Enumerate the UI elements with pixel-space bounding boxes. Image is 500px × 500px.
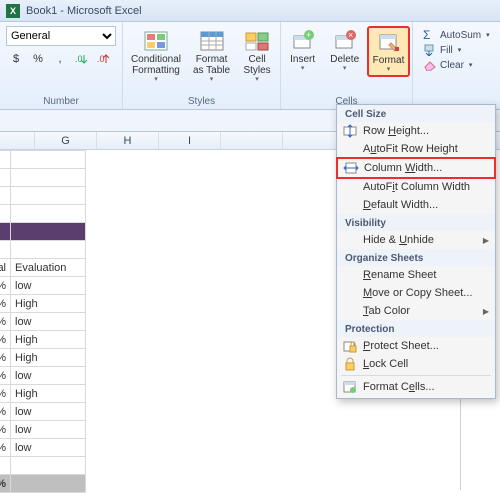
format-cells-dialog-icon [342, 380, 358, 394]
sigma-icon: Σ [423, 29, 437, 41]
svg-text:+: + [306, 30, 311, 40]
menu-rename-sheet[interactable]: Rename Sheet [337, 266, 495, 284]
svg-text:.0: .0 [75, 54, 83, 64]
cell-styles-icon [243, 29, 271, 53]
table-row: 0%low [0, 421, 86, 439]
col-header[interactable]: I [159, 132, 221, 149]
menu-hide-unhide[interactable]: Hide & Unhide▶ [337, 231, 495, 249]
chevron-down-icon: ▾ [387, 65, 391, 73]
format-as-table-icon [198, 29, 226, 53]
format-cells-icon [375, 30, 403, 54]
menu-protect-sheet[interactable]: Protect Sheet... [337, 337, 495, 355]
chevron-down-icon: ▾ [154, 75, 158, 83]
menu-autofit-row[interactable]: AutoFit Row Height [337, 140, 495, 158]
svg-text:Σ: Σ [423, 29, 430, 41]
format-as-table-button[interactable]: Format as Table ▾ [188, 26, 235, 86]
menu-section-cell-size: Cell Size [337, 105, 495, 122]
format-dropdown-menu: Cell Size Row Height... AutoFit Row Heig… [336, 104, 496, 399]
menu-move-copy[interactable]: Move or Copy Sheet... [337, 284, 495, 302]
format-button[interactable]: Format ▾ [367, 26, 411, 77]
comma-format-button[interactable]: , [50, 49, 70, 69]
chevron-down-icon: ▾ [343, 64, 347, 72]
increase-decimal-button[interactable]: .0 [72, 49, 92, 69]
clear-button[interactable]: Clear▾ [421, 58, 492, 72]
ribbon-group-cells: + Insert ▾ × Delete ▾ Format ▾ Cells [281, 22, 413, 109]
menu-lock-cell[interactable]: Lock Cell [337, 355, 495, 373]
menu-autofit-column[interactable]: AutoFit Column Width [337, 178, 495, 196]
ribbon: General $ % , .0 .0 Number Cond [0, 22, 500, 110]
submenu-arrow-icon: ▶ [483, 236, 489, 245]
menu-default-width[interactable]: Default Width... [337, 196, 495, 214]
menu-row-height[interactable]: Row Height... [337, 122, 495, 140]
totals-row: 0% [0, 475, 86, 493]
menu-section-visibility: Visibility [337, 214, 495, 231]
conditional-formatting-button[interactable]: Conditional Formatting ▾ [126, 26, 186, 86]
eraser-icon [423, 59, 437, 71]
chevron-down-icon: ▾ [210, 75, 214, 83]
conditional-formatting-icon [142, 29, 170, 53]
fill-button[interactable]: Fill▾ [421, 43, 492, 57]
chevron-down-icon: ▾ [301, 64, 305, 72]
ribbon-group-styles: Conditional Formatting ▾ Format as Table… [123, 22, 281, 109]
table-row: 0%low [0, 277, 86, 295]
autosum-button[interactable]: Σ AutoSum▾ [421, 28, 492, 42]
protect-sheet-icon [342, 339, 358, 353]
group-label-number: Number [43, 95, 79, 107]
menu-format-cells[interactable]: Format Cells... [337, 378, 495, 396]
data-table: al Evaluation 0%low 0%High 0%low 0%High … [0, 150, 86, 493]
decrease-decimal-button[interactable]: .0 [94, 49, 114, 69]
window-title: Book1 - Microsoft Excel [26, 5, 142, 17]
number-format-select[interactable]: General [6, 26, 116, 46]
table-row: 0%High [0, 295, 86, 313]
percent-format-button[interactable]: % [28, 49, 48, 69]
table-row: 0%low [0, 403, 86, 421]
submenu-arrow-icon: ▶ [483, 307, 489, 316]
lock-icon [342, 357, 358, 371]
col-header[interactable] [221, 132, 283, 149]
title-bar: X Book1 - Microsoft Excel [0, 0, 500, 22]
table-row: 0%High [0, 385, 86, 403]
excel-icon: X [6, 4, 20, 18]
insert-cells-icon: + [289, 29, 317, 53]
svg-text:.0: .0 [97, 54, 105, 64]
delete-button[interactable]: × Delete ▾ [325, 26, 365, 75]
col-header[interactable]: H [97, 132, 159, 149]
insert-button[interactable]: + Insert ▾ [283, 26, 323, 75]
menu-section-organize: Organize Sheets [337, 249, 495, 266]
ribbon-group-editing: Σ AutoSum▾ Fill▾ Clear▾ AZ Sort & Filter [413, 22, 500, 109]
group-label-styles: Styles [188, 95, 215, 107]
menu-section-protection: Protection [337, 320, 495, 337]
table-row: 0%High [0, 331, 86, 349]
chevron-down-icon: ▾ [255, 75, 259, 83]
col-header-eval: Evaluation [11, 259, 86, 277]
menu-column-width[interactable]: Column Width... [336, 157, 496, 179]
fill-down-icon [423, 44, 437, 56]
table-row: 0%low [0, 313, 86, 331]
delete-cells-icon: × [331, 29, 359, 53]
accounting-format-button[interactable]: $ [6, 49, 26, 69]
svg-text:×: × [348, 30, 353, 40]
table-row: 0%low [0, 367, 86, 385]
table-row: 0%High [0, 349, 86, 367]
menu-tab-color[interactable]: Tab Color▶ [337, 302, 495, 320]
column-width-icon [343, 161, 359, 175]
col-header-pct: al [0, 259, 11, 277]
col-header[interactable]: G [35, 132, 97, 149]
cell-styles-button[interactable]: Cell Styles ▾ [237, 26, 277, 86]
ribbon-group-number: General $ % , .0 .0 Number [0, 22, 123, 109]
table-row: 0%low [0, 439, 86, 457]
row-height-icon [342, 124, 358, 138]
